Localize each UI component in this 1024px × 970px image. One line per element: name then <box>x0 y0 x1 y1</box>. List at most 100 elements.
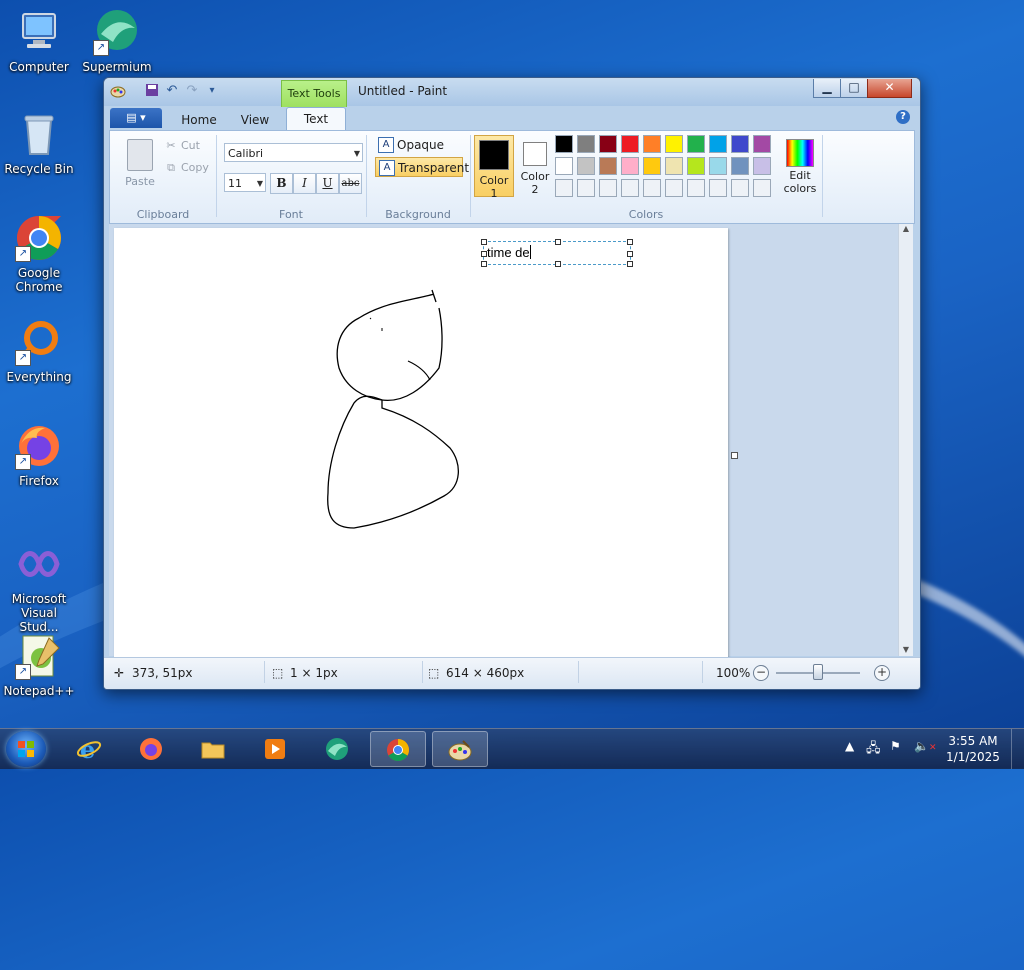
taskbar-clock[interactable]: 3:55 AM 1/1/2025 <box>936 733 1010 765</box>
palette-swatch[interactable] <box>665 157 683 175</box>
desktop-icon-supermium[interactable]: ↗ Supermium <box>79 8 155 74</box>
maximize-button[interactable]: □ <box>840 79 868 98</box>
scroll-down-icon[interactable]: ▼ <box>899 645 913 654</box>
chevron-down-icon: ▼ <box>353 149 360 158</box>
volume-muted-icon[interactable]: 🔈✕ <box>914 739 937 753</box>
underline-button[interactable]: U <box>316 173 339 194</box>
palette-swatch[interactable] <box>753 135 771 153</box>
shortcut-arrow-icon: ↗ <box>15 664 31 680</box>
palette-swatch[interactable] <box>621 135 639 153</box>
taskbar-media-player[interactable] <box>248 731 304 767</box>
palette-empty-swatch[interactable] <box>753 179 771 197</box>
customize-quick-access-icon[interactable]: ▾ <box>204 83 220 99</box>
strikethrough-button[interactable]: abc <box>339 173 362 194</box>
palette-empty-swatch[interactable] <box>665 179 683 197</box>
palette-swatch[interactable] <box>599 135 617 153</box>
network-icon[interactable]: 🖧 <box>866 739 881 761</box>
scroll-up-icon[interactable]: ▲ <box>899 224 913 233</box>
copy-button[interactable]: ⧉ Copy <box>164 161 209 175</box>
zoom-out-button[interactable]: − <box>753 665 769 681</box>
font-family-select[interactable]: Calibri ▼ <box>224 143 363 162</box>
zoom-slider-thumb[interactable] <box>813 664 823 680</box>
tab-view[interactable]: View <box>228 110 282 130</box>
paste-label: Paste <box>125 175 155 188</box>
taskbar-firefox[interactable] <box>124 731 180 767</box>
palette-empty-swatch[interactable] <box>555 179 573 197</box>
paint-app-icon[interactable] <box>110 83 126 99</box>
show-desktop-button[interactable] <box>1011 729 1024 769</box>
minimize-button[interactable]: ▁ <box>813 79 841 98</box>
color2-button[interactable]: Color 2 <box>516 135 554 196</box>
palette-swatch[interactable] <box>577 157 595 175</box>
palette-swatch[interactable] <box>709 157 727 175</box>
bold-button[interactable]: B <box>270 173 293 194</box>
palette-swatch[interactable] <box>555 157 573 175</box>
taskbar-file-explorer[interactable] <box>186 731 242 767</box>
palette-swatch[interactable] <box>731 135 749 153</box>
vertical-scrollbar[interactable]: ▲ ▼ <box>898 224 913 656</box>
resize-handle[interactable] <box>555 261 561 267</box>
tab-text[interactable]: Text <box>286 107 346 131</box>
resize-handle[interactable] <box>627 239 633 245</box>
windows-logo-icon <box>18 741 34 757</box>
desktop-icon-firefox[interactable]: ↗ Firefox <box>1 422 77 488</box>
palette-swatch[interactable] <box>687 135 705 153</box>
palette-empty-swatch[interactable] <box>621 179 639 197</box>
taskbar-paint[interactable] <box>432 731 488 767</box>
text-entry-box[interactable]: time de <box>481 239 633 267</box>
start-button[interactable] <box>6 731 46 767</box>
cut-button[interactable]: ✂ Cut <box>164 139 200 152</box>
palette-swatch[interactable] <box>687 157 705 175</box>
palette-swatch[interactable] <box>753 157 771 175</box>
color1-button[interactable]: Color 1 <box>474 135 514 200</box>
undo-icon[interactable]: ↶ <box>164 83 180 99</box>
redo-icon[interactable]: ↷ <box>184 83 200 99</box>
text-tools-context-tab: Text Tools <box>281 80 347 107</box>
paint-menu-button[interactable]: ▤ ▾ <box>110 108 162 128</box>
desktop-icon-computer[interactable]: Computer <box>1 8 77 74</box>
close-button[interactable]: ✕ <box>867 79 912 98</box>
palette-empty-swatch[interactable] <box>599 179 617 197</box>
opaque-button[interactable]: A Opaque <box>375 135 455 155</box>
edit-colors-button[interactable]: Edit colors <box>782 135 818 195</box>
italic-button[interactable]: I <box>293 173 316 194</box>
desktop-icon-recycle-bin[interactable]: Recycle Bin <box>1 110 77 176</box>
palette-empty-swatch[interactable] <box>731 179 749 197</box>
canvas-resize-handle[interactable] <box>731 452 738 459</box>
palette-swatch[interactable] <box>665 135 683 153</box>
taskbar-internet-explorer[interactable]: e <box>62 731 118 767</box>
palette-empty-swatch[interactable] <box>709 179 727 197</box>
resize-handle[interactable] <box>481 261 487 267</box>
palette-swatch[interactable] <box>621 157 639 175</box>
desktop-icon-everything[interactable]: ↗ Everything <box>1 318 77 384</box>
tab-home[interactable]: Home <box>170 110 228 130</box>
paste-button[interactable]: Paste <box>120 137 160 189</box>
palette-swatch[interactable] <box>555 135 573 153</box>
save-icon[interactable] <box>144 83 160 99</box>
taskbar-chrome[interactable] <box>370 731 426 767</box>
palette-empty-swatch[interactable] <box>577 179 595 197</box>
transparent-button[interactable]: A Transparent <box>375 157 469 177</box>
palette-swatch[interactable] <box>709 135 727 153</box>
show-hidden-icons-button[interactable]: ▲ <box>845 739 854 753</box>
action-center-flag-icon[interactable]: ⚑ <box>890 739 901 753</box>
taskbar-supermium[interactable] <box>310 731 366 767</box>
title-bar[interactable]: ↶ ↷ ▾ Text Tools Untitled - Paint ▁ □ ✕ <box>104 78 920 107</box>
palette-empty-swatch[interactable] <box>643 179 661 197</box>
palette-swatch[interactable] <box>643 135 661 153</box>
drawing-canvas[interactable]: time de <box>114 228 728 658</box>
desktop-icon-google-chrome[interactable]: ↗ Google Chrome <box>1 214 77 294</box>
palette-swatch[interactable] <box>577 135 595 153</box>
resize-handle[interactable] <box>627 251 633 257</box>
palette-swatch[interactable] <box>643 157 661 175</box>
desktop-icon-notepadpp[interactable]: ↗ Notepad++ <box>1 632 77 698</box>
help-icon[interactable]: ? <box>896 110 910 124</box>
font-size-select[interactable]: 11 ▼ <box>224 173 266 192</box>
resize-handle[interactable] <box>627 261 633 267</box>
zoom-in-button[interactable]: + <box>874 665 890 681</box>
desktop-icon-visual-studio[interactable]: Microsoft Visual Stud... <box>1 540 77 634</box>
palette-empty-swatch[interactable] <box>687 179 705 197</box>
resize-handle[interactable] <box>555 239 561 245</box>
palette-swatch[interactable] <box>731 157 749 175</box>
palette-swatch[interactable] <box>599 157 617 175</box>
